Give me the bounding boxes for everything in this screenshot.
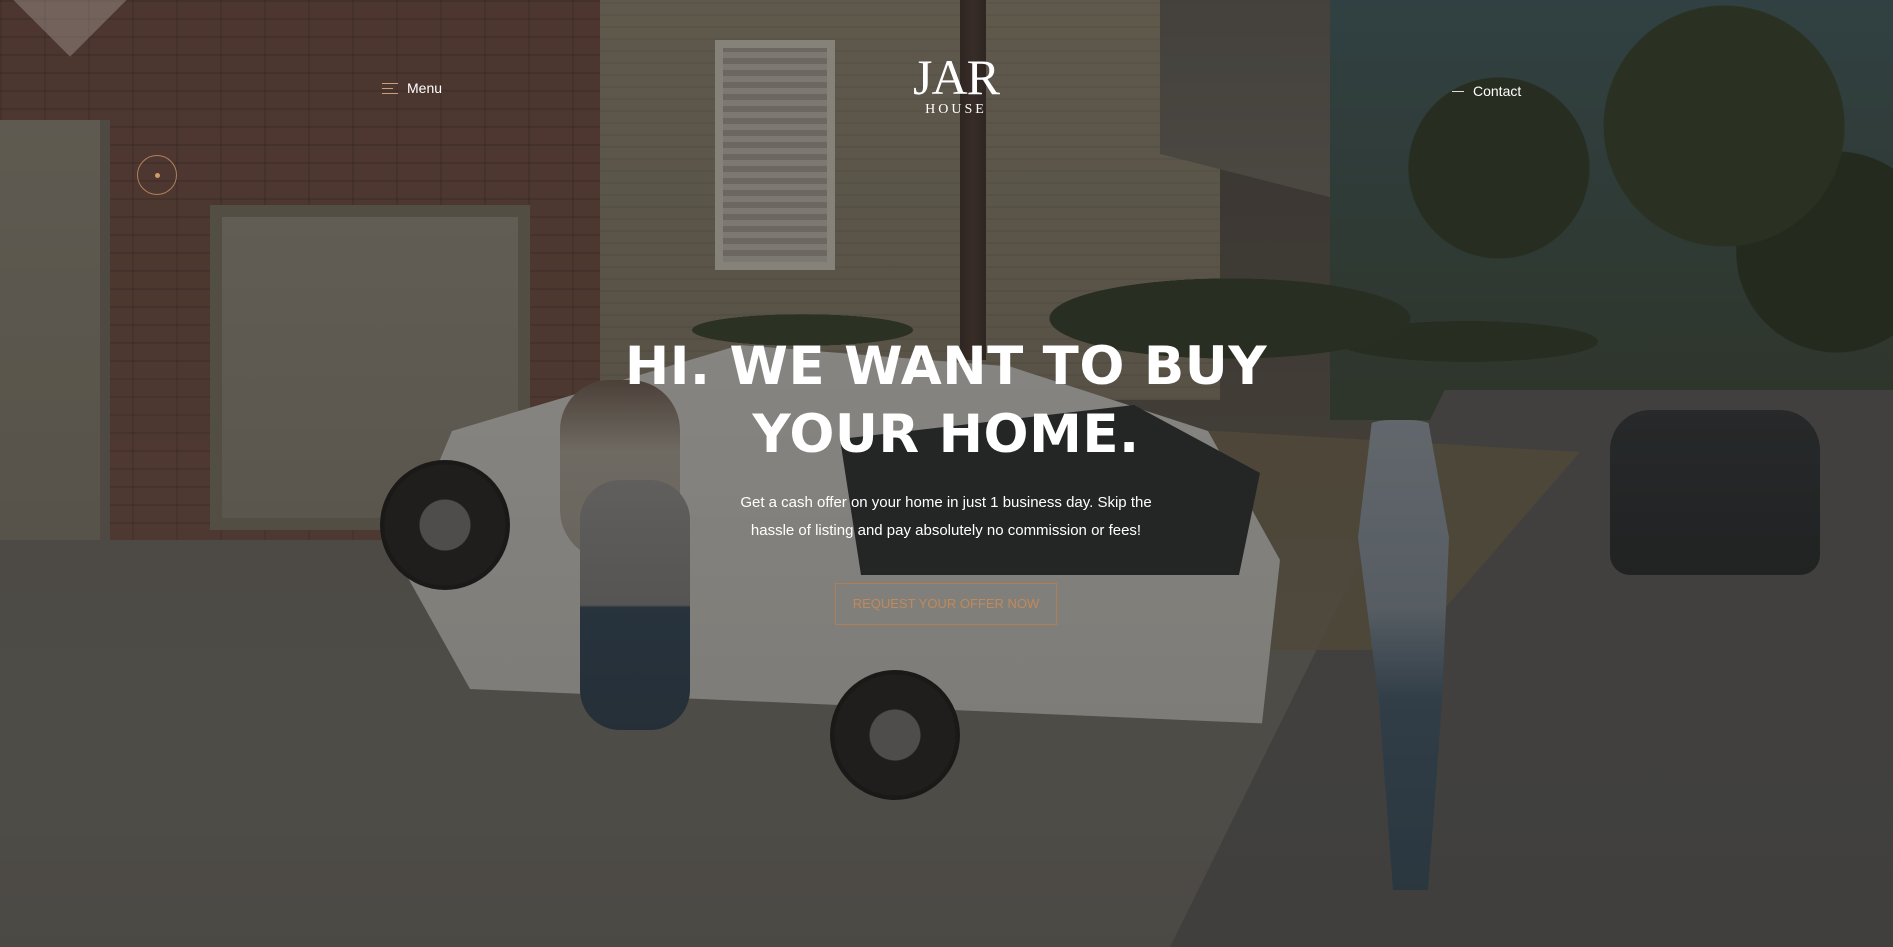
hamburger-icon [382, 82, 398, 94]
hero-section: Menu JAR HOUSE Contact HI. WE WANT TO BU… [0, 0, 1893, 947]
site-logo[interactable]: JAR HOUSE [906, 49, 1006, 117]
hero-title-line-2: YOUR HOME. [752, 404, 1140, 465]
menu-button[interactable]: Menu [382, 80, 442, 96]
hero-content: HI. WE WANT TO BUY YOUR HOME. Get a cash… [546, 333, 1346, 625]
hero-subtitle: Get a cash offer on your home in just 1 … [740, 494, 1152, 539]
logo-sub-text: HOUSE [925, 102, 987, 117]
hero-title-line-1: HI. WE WANT TO BUY [624, 336, 1268, 397]
menu-label: Menu [407, 80, 443, 96]
request-offer-button[interactable]: REQUEST YOUR OFFER NOW [835, 583, 1057, 625]
dash-icon [1452, 90, 1464, 92]
dot-icon [154, 172, 160, 178]
contact-link[interactable]: Contact [1452, 83, 1521, 99]
hero-title: HI. WE WANT TO BUY YOUR HOME. [546, 333, 1346, 469]
contact-label: Contact [1473, 83, 1522, 99]
logo-main-text: JAR [913, 49, 1000, 105]
sound-toggle-button[interactable] [137, 155, 177, 195]
